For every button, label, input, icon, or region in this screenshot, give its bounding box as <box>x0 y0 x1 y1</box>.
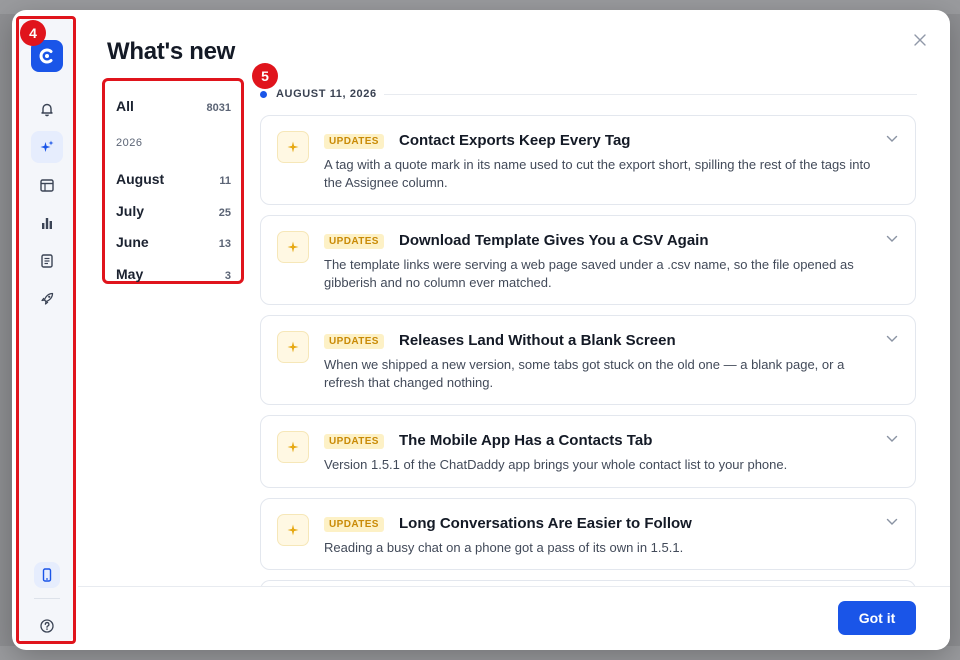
card-description: The template links were serving a web pa… <box>324 257 854 290</box>
card-description: A tag with a quote mark in its name used… <box>324 157 871 190</box>
chevron-down-icon[interactable] <box>885 132 899 146</box>
timeline-dot-icon <box>260 90 267 98</box>
card-title: Long Conversations Are Easier to Follow <box>399 515 692 532</box>
card-description: Version 1.5.1 of the ChatDaddy app bring… <box>324 457 788 472</box>
got-it-button[interactable]: Got it <box>838 601 916 635</box>
sparkle-icon <box>277 331 309 363</box>
card-description: Reading a busy chat on a phone got a pas… <box>324 540 684 555</box>
calendar-icon[interactable] <box>31 169 63 201</box>
whats-new-modal: What's new All 8031 2026 August 11 July … <box>12 10 950 650</box>
sparkle-icon <box>277 131 309 163</box>
chevron-down-icon[interactable] <box>885 332 899 346</box>
bar-chart-icon[interactable] <box>31 207 63 239</box>
update-card[interactable]: UPDATES Long Conversations Are Easier to… <box>260 498 916 570</box>
category-badge: UPDATES <box>324 434 384 449</box>
category-badge: UPDATES <box>324 234 384 249</box>
filter-year-heading: 2026 <box>116 137 143 149</box>
question-icon[interactable] <box>31 610 63 642</box>
filter-label: May <box>116 266 144 282</box>
document-icon[interactable] <box>31 245 63 277</box>
filter-label: August <box>116 171 165 187</box>
filter-label: All <box>116 98 134 114</box>
page-title: What's new <box>107 38 236 65</box>
month-filter: All 8031 2026 August 11 July 25 June 13 … <box>102 78 244 284</box>
update-card[interactable]: UPDATES Download Template Gives You a CS… <box>260 215 916 305</box>
filter-count: 11 <box>219 175 231 187</box>
filter-item-august[interactable]: August 11 <box>116 171 231 187</box>
update-card[interactable]: UPDATES Releases Land Without a Blank Sc… <box>260 315 916 405</box>
filter-count: 25 <box>218 207 231 219</box>
date-divider <box>384 94 917 95</box>
category-badge: UPDATES <box>324 134 384 149</box>
sparkles-icon[interactable] <box>31 131 63 163</box>
date-label: AUGUST 11, 2026 <box>276 88 377 100</box>
date-heading: AUGUST 11, 2026 <box>260 88 377 100</box>
chevron-down-icon[interactable] <box>885 232 899 246</box>
footer-divider <box>78 586 950 587</box>
filter-count: 13 <box>218 238 231 250</box>
update-card[interactable]: UPDATES The Mobile App Has a Contacts Ta… <box>260 415 916 488</box>
phone-icon[interactable] <box>34 562 60 588</box>
modal-footer <box>78 587 950 650</box>
close-icon[interactable] <box>910 30 930 50</box>
card-title: Download Template Gives You a CSV Again <box>399 232 709 249</box>
filter-item-all[interactable]: All 8031 <box>116 98 231 114</box>
chevron-down-icon[interactable] <box>885 515 899 529</box>
sparkle-icon <box>277 231 309 263</box>
category-badge: UPDATES <box>324 334 384 349</box>
sidebar-rail <box>18 18 74 642</box>
card-description: When we shipped a new version, some tabs… <box>324 357 845 390</box>
filter-item-july[interactable]: July 25 <box>116 203 231 219</box>
annotation-badge: 5 <box>252 63 278 89</box>
card-title: Releases Land Without a Blank Screen <box>399 332 676 349</box>
sparkle-icon <box>277 431 309 463</box>
card-title: Contact Exports Keep Every Tag <box>399 132 631 149</box>
rail-divider <box>34 598 60 599</box>
annotation-badge: 4 <box>20 20 46 46</box>
bell-icon[interactable] <box>31 93 63 125</box>
update-card[interactable]: UPDATES Contact Exports Keep Every Tag A… <box>260 115 916 205</box>
sparkle-icon <box>277 514 309 546</box>
filter-item-may[interactable]: May 3 <box>116 266 231 282</box>
rocket-icon[interactable] <box>31 283 63 315</box>
card-title: The Mobile App Has a Contacts Tab <box>399 432 653 449</box>
category-badge: UPDATES <box>324 517 384 532</box>
filter-count: 8031 <box>206 102 231 114</box>
filter-item-june[interactable]: June 13 <box>116 234 231 250</box>
chevron-down-icon[interactable] <box>885 432 899 446</box>
filter-count: 3 <box>224 270 231 282</box>
filter-label: July <box>116 203 145 219</box>
filter-label: June <box>116 234 149 250</box>
